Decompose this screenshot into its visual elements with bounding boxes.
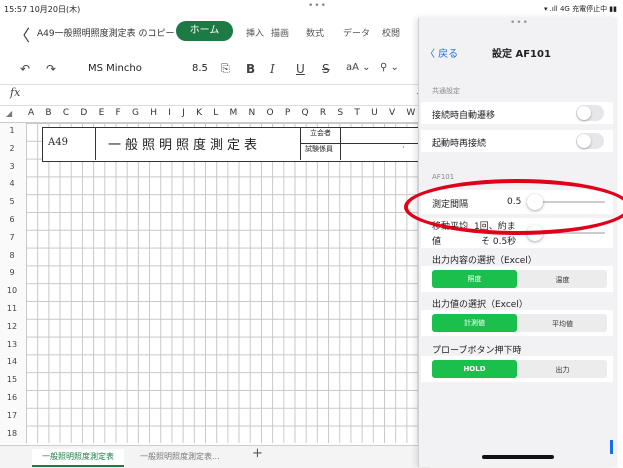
tab-draw[interactable]: 描画 — [271, 26, 289, 39]
status-time: 15:57 10月20日(木) — [4, 5, 81, 14]
back-chevron-icon[interactable]: 〈 — [14, 22, 30, 46]
reconnect-label: 起動時再接続 — [432, 139, 487, 149]
font-size-select[interactable]: 8.5 — [192, 63, 208, 74]
output-content-label: 出力内容の選択（Excel） — [432, 256, 537, 266]
row-number[interactable]: 8 — [0, 251, 24, 260]
fx-icon: fx — [10, 86, 21, 99]
row-number[interactable]: 1 — [0, 126, 24, 135]
italic-button[interactable]: I — [270, 62, 275, 76]
section-af101-label: AF101 — [432, 173, 455, 181]
row-number[interactable]: 6 — [0, 215, 24, 224]
tab-home[interactable]: ホーム — [176, 21, 233, 41]
row-number[interactable]: 15 — [0, 375, 24, 384]
select-all-icon[interactable]: ◢ — [6, 109, 12, 118]
section-common-label: 共通設定 — [432, 87, 460, 95]
sheet-tab-active[interactable]: 一般照明照度測定表 — [32, 449, 124, 467]
status-dots: ••• — [308, 1, 327, 11]
row-number[interactable]: 17 — [0, 411, 24, 420]
tab-review[interactable]: 校閲 — [382, 26, 400, 39]
row-number[interactable]: 11 — [0, 304, 24, 313]
row-number[interactable]: 13 — [0, 340, 24, 349]
row-number[interactable]: 10 — [0, 286, 24, 295]
row-number[interactable]: 3 — [0, 162, 24, 171]
row-number[interactable]: 4 — [0, 179, 24, 188]
output-content-option-temperature[interactable]: 温度 — [520, 275, 605, 285]
tab-data[interactable]: データ — [343, 26, 370, 39]
cell-mark: · — [402, 143, 405, 152]
attendee-label[interactable]: 立会者 — [310, 128, 331, 138]
scroll-indicator — [610, 440, 613, 454]
row-number[interactable]: 5 — [0, 197, 24, 206]
document-title[interactable]: A49一般照明照度測定表 のコピー ⌄ — [37, 26, 185, 39]
add-sheet-button[interactable]: + — [252, 446, 263, 461]
tester-label[interactable]: 試験係員 — [305, 144, 333, 154]
moving-average-note-2: そ 0.5秒 — [481, 237, 517, 247]
tab-formulas[interactable]: 数式 — [306, 26, 324, 39]
undo-icon[interactable]: ↶ — [20, 62, 30, 76]
sheet-title[interactable]: 一般照明照度測定表 — [108, 134, 261, 153]
home-indicator[interactable] — [482, 455, 554, 459]
tab-insert[interactable]: 挿入 — [246, 26, 264, 39]
cell-a1[interactable]: A49 — [48, 137, 68, 148]
divider — [95, 127, 96, 160]
row-number[interactable]: 16 — [0, 393, 24, 402]
reconnect-toggle[interactable] — [576, 133, 604, 149]
output-value-label: 出力値の選択（Excel） — [432, 300, 528, 310]
probe-option-output[interactable]: 出力 — [520, 365, 605, 375]
status-bar: 15:57 10月20日(木) ••• ▾ .ıll 4G 充電停止中 ▮▮ — [0, 0, 623, 18]
row-number[interactable]: 18 — [0, 429, 24, 438]
spreadsheet-grid[interactable] — [26, 123, 430, 443]
row-number[interactable]: 2 — [0, 144, 24, 153]
probe-button-label: プローブボタン押下時 — [432, 346, 522, 356]
moving-average-label-2: 値 — [432, 237, 442, 247]
row-number[interactable]: 7 — [0, 233, 24, 242]
back-button[interactable]: 〈 戻る — [425, 45, 458, 60]
redo-icon[interactable]: ↷ — [46, 62, 56, 76]
output-value-option-average[interactable]: 平均値 — [520, 319, 605, 329]
output-value-option-measured[interactable]: 計測値 — [432, 314, 517, 332]
sheet-tab[interactable]: 一般照明照度測定表... — [140, 449, 220, 465]
highlight-ellipse — [404, 179, 623, 235]
font-size-adjust-button[interactable]: aA ⌄ — [346, 62, 371, 73]
underline-button[interactable]: U — [296, 62, 305, 76]
row-number[interactable]: 9 — [0, 268, 24, 277]
row-number[interactable]: 12 — [0, 322, 24, 331]
font-name-select[interactable]: MS Mincho — [88, 63, 142, 74]
panel-title: 設定 AF101 — [492, 49, 551, 60]
row-number[interactable]: 14 — [0, 357, 24, 366]
formula-bar[interactable] — [0, 84, 430, 106]
output-content-option-illuminance[interactable]: 照度 — [432, 270, 517, 288]
auto-transition-toggle[interactable] — [576, 105, 604, 121]
strikethrough-button[interactable]: S — [322, 62, 330, 76]
paste-icon[interactable]: ⎘ — [221, 62, 230, 76]
bold-button[interactable]: B — [246, 62, 255, 76]
auto-transition-label: 接続時自動遷移 — [432, 111, 496, 121]
probe-option-hold[interactable]: HOLD — [432, 360, 517, 378]
text-color-button[interactable]: ⚲ ⌄ — [380, 62, 399, 73]
status-indicators: ▾ .ıll 4G 充電停止中 ▮▮ — [543, 5, 617, 13]
panel-grabber-dots[interactable]: ••• — [510, 18, 529, 28]
